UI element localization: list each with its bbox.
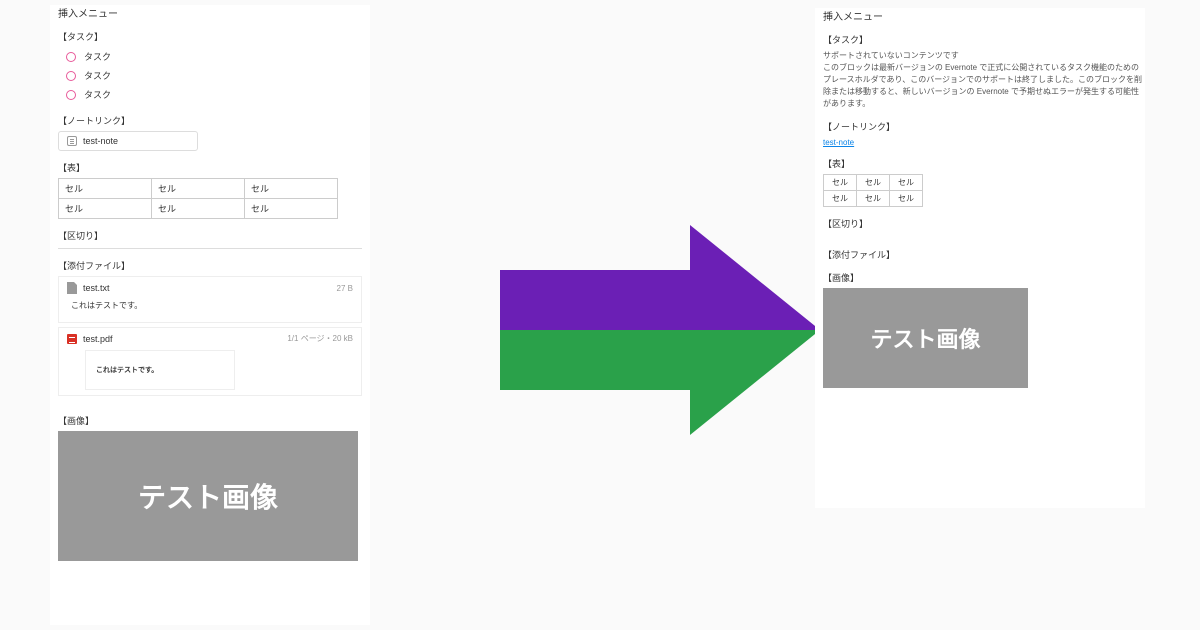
- task-item[interactable]: タスク: [50, 47, 370, 66]
- left-panel: 挿入メニュー 【タスク】 タスク タスク タスク 【ノートリンク】 test-n…: [50, 5, 370, 625]
- test-image: テスト画像: [58, 431, 358, 561]
- table: セルセルセル セルセルセル: [58, 178, 338, 219]
- radio-icon: [66, 90, 76, 100]
- note-link[interactable]: test-note: [58, 131, 198, 151]
- right-title: 挿入メニュー: [815, 8, 1145, 23]
- unsupported-title: サポートされていないコンテンツです: [815, 50, 1145, 62]
- task-item[interactable]: タスク: [50, 85, 370, 104]
- file-size: 27 B: [337, 284, 353, 293]
- file-name: test.pdf: [83, 334, 113, 344]
- cell[interactable]: セル: [890, 175, 923, 191]
- file-meta: 1/1 ページ・20 kB: [287, 333, 353, 344]
- radio-icon: [66, 52, 76, 62]
- radio-icon: [66, 71, 76, 81]
- notelink-label: 【ノートリンク】: [50, 114, 370, 127]
- cell[interactable]: セル: [857, 175, 890, 191]
- cell[interactable]: セル: [59, 199, 152, 219]
- cell[interactable]: セル: [59, 179, 152, 199]
- file-icon: [67, 282, 77, 294]
- cell[interactable]: セル: [824, 191, 857, 207]
- image-label: 【画像】: [50, 414, 370, 427]
- note-link-text: test-note: [83, 136, 118, 146]
- cell[interactable]: セル: [152, 199, 245, 219]
- file-preview: これはテストです。: [67, 294, 353, 317]
- file-name: test.txt: [83, 283, 110, 293]
- notelink-label-r: 【ノートリンク】: [815, 120, 1145, 133]
- table-row: セルセルセル: [824, 175, 923, 191]
- attach-label: 【添付ファイル】: [50, 259, 370, 272]
- divider-label-r: 【区切り】: [815, 217, 1145, 230]
- table-label-r: 【表】: [815, 157, 1145, 170]
- divider: [58, 248, 362, 249]
- cell[interactable]: セル: [824, 175, 857, 191]
- test-image-r: テスト画像: [823, 288, 1028, 388]
- task-text: タスク: [84, 50, 111, 63]
- task-label-r: 【タスク】: [815, 33, 1145, 46]
- table-r: セルセルセル セルセルセル: [823, 174, 923, 207]
- task-text: タスク: [84, 88, 111, 101]
- attachment-pdf[interactable]: test.pdf 1/1 ページ・20 kB これはテストです。: [58, 327, 362, 396]
- task-item[interactable]: タスク: [50, 66, 370, 85]
- pdf-icon: [67, 334, 77, 344]
- image-label-r: 【画像】: [815, 271, 1145, 284]
- unsupported-body: このブロックは最新バージョンの Evernote で正式に公開されているタスク機…: [815, 62, 1145, 110]
- divider-label: 【区切り】: [50, 229, 370, 242]
- pdf-preview: これはテストです。: [85, 350, 235, 390]
- cell[interactable]: セル: [245, 199, 338, 219]
- task-label: 【タスク】: [50, 30, 370, 43]
- table-row: セルセルセル: [59, 199, 338, 219]
- note-icon: [67, 136, 77, 146]
- cell[interactable]: セル: [890, 191, 923, 207]
- left-title: 挿入メニュー: [50, 5, 370, 20]
- task-text: タスク: [84, 69, 111, 82]
- table-label: 【表】: [50, 161, 370, 174]
- cell[interactable]: セル: [857, 191, 890, 207]
- table-row: セルセルセル: [824, 191, 923, 207]
- table-row: セルセルセル: [59, 179, 338, 199]
- attachment-txt[interactable]: test.txt 27 B これはテストです。: [58, 276, 362, 323]
- cell[interactable]: セル: [152, 179, 245, 199]
- attach-label-r: 【添付ファイル】: [815, 248, 1145, 261]
- note-link-r[interactable]: test-note: [815, 138, 854, 147]
- arrow-icon: [500, 225, 820, 435]
- right-panel: 挿入メニュー 【タスク】 サポートされていないコンテンツです このブロックは最新…: [815, 8, 1145, 508]
- cell[interactable]: セル: [245, 179, 338, 199]
